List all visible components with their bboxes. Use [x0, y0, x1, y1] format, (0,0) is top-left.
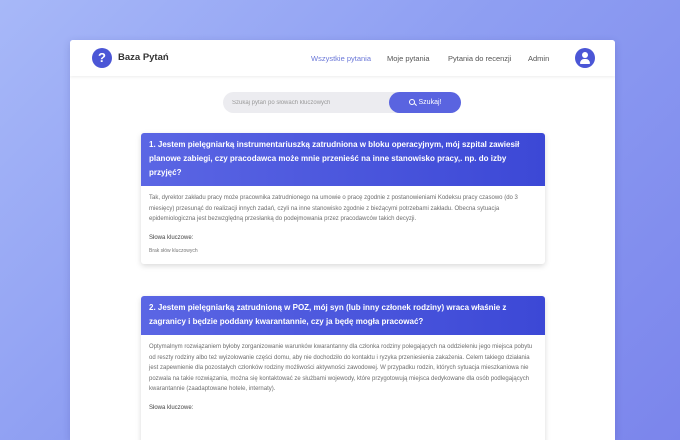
- search-input[interactable]: [223, 92, 413, 113]
- user-icon[interactable]: [575, 48, 595, 68]
- search-button-label: Szukaj!: [418, 99, 442, 106]
- keywords-label: Słowa kluczowe:: [149, 404, 194, 411]
- nav-my-questions[interactable]: Moje pytania: [387, 54, 430, 63]
- question-card: 1. Jestem pielęgniarką instrumentariuszk…: [141, 133, 545, 264]
- user-icon-body: [580, 59, 590, 64]
- question-mark-icon[interactable]: ?: [92, 48, 112, 68]
- question-title[interactable]: 2. Jestem pielęgniarką zatrudnioną w POZ…: [141, 296, 545, 335]
- keywords-label: Słowa kluczowe:: [149, 234, 194, 241]
- question-answer: Tak, dyrektor zakładu pracy może pracown…: [149, 195, 518, 222]
- nav-questions-to-review[interactable]: Pytania do recenzji: [448, 54, 511, 63]
- search-bar: Szukaj!: [223, 92, 463, 113]
- keywords-value: Brak słów kluczowych: [149, 247, 198, 254]
- nav-admin[interactable]: Admin: [528, 54, 549, 63]
- user-icon-head: [582, 52, 588, 58]
- top-navbar: ? Baza Pytań Wszystkie pytania Moje pyta…: [70, 40, 615, 76]
- brand-name[interactable]: Baza Pytań: [118, 52, 169, 63]
- question-title[interactable]: 1. Jestem pielęgniarką instrumentariuszk…: [141, 133, 545, 186]
- magnifier-icon: [408, 99, 415, 105]
- nav-all-questions[interactable]: Wszystkie pytania: [311, 54, 371, 63]
- search-button[interactable]: Szukaj!: [389, 92, 461, 113]
- question-card: 2. Jestem pielęgniarką zatrudnioną w POZ…: [141, 296, 545, 440]
- question-answer: Optymalnym rozwiązaniem byłoby zorganizo…: [149, 344, 533, 392]
- keywords-value: [141, 411, 545, 418]
- app-window: ? Baza Pytań Wszystkie pytania Moje pyta…: [70, 40, 615, 440]
